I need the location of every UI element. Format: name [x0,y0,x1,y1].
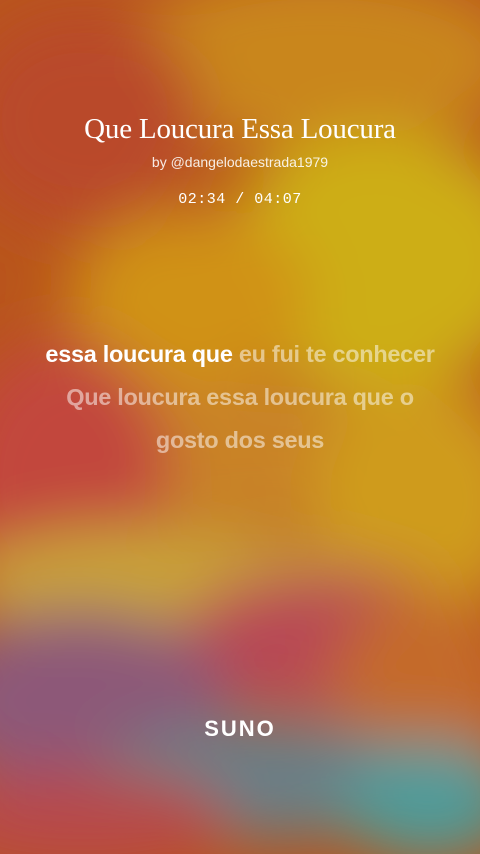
song-title: Que Loucura Essa Loucura [84,113,396,145]
artist-link[interactable]: by @dangelodaestrada1979 [0,154,480,170]
playback-time: 02:34 / 04:07 [178,191,302,208]
lyrics-block: essa loucura que eu fui te conhecer Que … [40,333,440,462]
suno-logo: SUNO [204,716,276,741]
lyrics-sung: essa loucura que [45,341,233,367]
